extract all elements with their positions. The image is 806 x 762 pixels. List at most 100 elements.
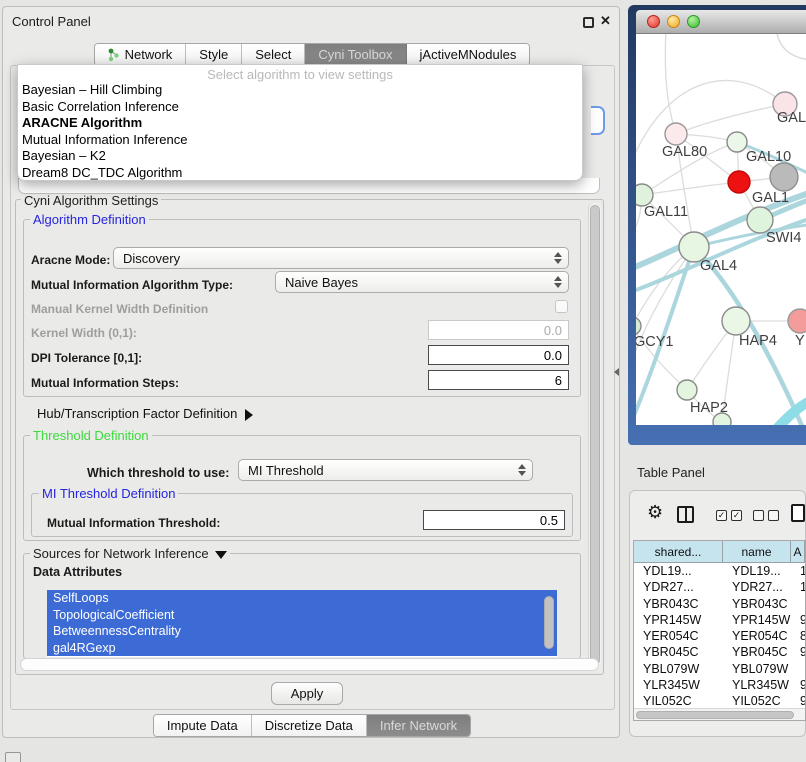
aracne-mode-value: Discovery: [123, 251, 180, 266]
which-threshold-combo[interactable]: MI Threshold: [238, 459, 533, 481]
tab-jactivemnodules[interactable]: jActiveMNodules: [407, 44, 530, 65]
collapse-down-icon: [215, 551, 227, 559]
dpi-tolerance-field[interactable]: 0.0: [428, 345, 569, 365]
algorithm-option[interactable]: Bayesian – Hill Climbing: [18, 82, 582, 99]
tab-style[interactable]: Style: [186, 44, 242, 65]
network-node[interactable]: [665, 123, 687, 145]
network-edge[interactable]: [665, 34, 676, 134]
network-node[interactable]: [677, 380, 697, 400]
which-threshold-value: MI Threshold: [248, 463, 324, 478]
node-label: SWI4: [766, 230, 801, 246]
column-header-name[interactable]: name: [723, 541, 791, 563]
table-row[interactable]: YER054CYER054C8.: [634, 628, 805, 644]
network-node[interactable]: [722, 307, 750, 335]
network-canvas[interactable]: GALGAL80GAL10GAL1GAL11SWI4GAL4GCY1HAP4YH…: [636, 34, 806, 425]
float-window-icon[interactable]: [583, 17, 594, 28]
table-row[interactable]: YLR345WYLR345W9.: [634, 677, 805, 693]
column-header-shared-name[interactable]: shared...: [634, 541, 723, 563]
tab-impute-data[interactable]: Impute Data: [154, 715, 252, 736]
table-row[interactable]: YPR145WYPR145W9.: [634, 612, 805, 628]
tab-network[interactable]: Network: [95, 44, 187, 65]
attributes-scrollbar-thumb[interactable]: [544, 596, 554, 649]
apply-button[interactable]: Apply: [271, 682, 343, 705]
table-row[interactable]: YBL079WYBL079W: [634, 661, 805, 677]
gear-icon[interactable]: ⚙: [647, 503, 663, 521]
table-cell: YLR345W: [634, 677, 723, 693]
table-cell: YBR043C: [723, 596, 791, 612]
settings-scrollbar[interactable]: [588, 203, 601, 669]
hub-definition-expander[interactable]: Hub/Transcription Factor Definition: [37, 406, 253, 421]
tab-select[interactable]: Select: [242, 44, 305, 65]
network-node[interactable]: [713, 413, 731, 425]
attribute-item[interactable]: TopologicalCoefficient: [47, 607, 557, 624]
table-hscroll-thumb[interactable]: [636, 711, 794, 719]
close-traffic-light[interactable]: [647, 15, 660, 28]
mi-type-combo[interactable]: Naive Bayes: [275, 271, 569, 293]
table-row[interactable]: YBR043CYBR043C: [634, 596, 805, 612]
data-attributes-list[interactable]: SelfLoopsTopologicalCoefficientBetweenne…: [47, 590, 557, 657]
close-icon[interactable]: ✕: [600, 13, 611, 29]
network-window[interactable]: GALGAL80GAL10GAL1GAL11SWI4GAL4GCY1HAP4YH…: [628, 5, 806, 445]
new-table-icon[interactable]: [791, 504, 805, 522]
table-cell: YBL079W: [634, 661, 723, 677]
manual-kernel-checkbox[interactable]: [555, 300, 568, 313]
control-panel-tabbar: Network Style Select Cyni Toolbox jActiv…: [3, 43, 621, 66]
column-header-partial[interactable]: A: [791, 541, 805, 563]
network-edge[interactable]: [642, 182, 739, 195]
select-all-columns-button[interactable]: ✓ ✓: [716, 510, 742, 521]
checked-box-icon: ✓: [716, 510, 727, 521]
sources-group-header[interactable]: Sources for Network Inference: [30, 546, 230, 561]
table-row[interactable]: YDL19...YDL19...13: [634, 563, 805, 579]
table-cell: 12: [791, 579, 805, 595]
network-node[interactable]: [728, 171, 750, 193]
network-edge[interactable]: [776, 34, 806, 60]
algorithm-option[interactable]: ARACNE Algorithm: [18, 115, 582, 132]
network-edge[interactable]: [676, 104, 785, 134]
kernel-width-field[interactable]: 0.0: [428, 320, 569, 340]
dpi-tolerance-label: DPI Tolerance [0,1]:: [31, 351, 142, 365]
network-node[interactable]: [636, 184, 653, 206]
algorithm-option[interactable]: Mutual Information Inference: [18, 132, 582, 149]
algorithm-option[interactable]: Bayesian – K2: [18, 148, 582, 165]
minimize-traffic-light[interactable]: [667, 15, 680, 28]
table-cell: YDL19...: [723, 563, 791, 579]
network-window-titlebar[interactable]: [636, 10, 806, 34]
table-row[interactable]: YBR045CYBR045C9.: [634, 644, 805, 660]
attribute-item[interactable]: SelfLoops: [47, 590, 557, 607]
table-cell: YER054C: [723, 628, 791, 644]
zoom-traffic-light[interactable]: [687, 15, 700, 28]
mi-steps-label: Mutual Information Steps:: [31, 376, 179, 390]
panel-divider-collapse-icon[interactable]: [614, 368, 619, 376]
algorithm-dropdown-placeholder: Select algorithm to view settings: [18, 67, 582, 82]
tab-discretize-data[interactable]: Discretize Data: [252, 715, 367, 736]
table-row[interactable]: YDR27...YDR27...12: [634, 579, 805, 595]
algorithm-option[interactable]: Basic Correlation Inference: [18, 99, 582, 116]
tab-label: Infer Network: [380, 718, 457, 733]
tab-cyni-toolbox[interactable]: Cyni Toolbox: [305, 44, 406, 65]
network-node[interactable]: [788, 309, 806, 333]
table-row[interactable]: YIL052CYIL052C9.: [634, 693, 805, 708]
algorithm-option[interactable]: Dream8 DC_TDC Algorithm: [18, 165, 582, 182]
mi-steps-field[interactable]: 6: [428, 370, 569, 390]
network-node[interactable]: [770, 163, 798, 191]
table-cell: 13: [791, 563, 805, 579]
data-attributes-label: Data Attributes: [33, 565, 122, 579]
mi-threshold-field[interactable]: 0.5: [423, 510, 565, 530]
network-node[interactable]: [636, 317, 641, 335]
table-header-row: shared... name A: [634, 541, 805, 563]
settings-horizontal-scrollbar[interactable]: [20, 658, 599, 671]
attribute-item[interactable]: BetweennessCentrality: [47, 623, 557, 640]
settings-scrollbar-thumb[interactable]: [590, 205, 600, 665]
settings-group-title: Cyni Algorithm Settings: [21, 193, 161, 208]
tab-infer-network[interactable]: Infer Network: [367, 715, 470, 736]
table-panel-title: Table Panel: [637, 465, 705, 480]
network-node[interactable]: [727, 132, 747, 152]
algorithm-definition-title: Algorithm Definition: [30, 212, 149, 227]
deselect-all-columns-button[interactable]: [753, 510, 779, 521]
table-horizontal-scrollbar[interactable]: [634, 708, 805, 720]
aracne-mode-combo[interactable]: Discovery: [113, 247, 569, 269]
columns-icon[interactable]: [677, 506, 694, 523]
attribute-item[interactable]: gal4RGexp: [47, 640, 557, 657]
tab-label: Select: [255, 47, 291, 62]
minimized-panel-icon[interactable]: [5, 752, 21, 762]
